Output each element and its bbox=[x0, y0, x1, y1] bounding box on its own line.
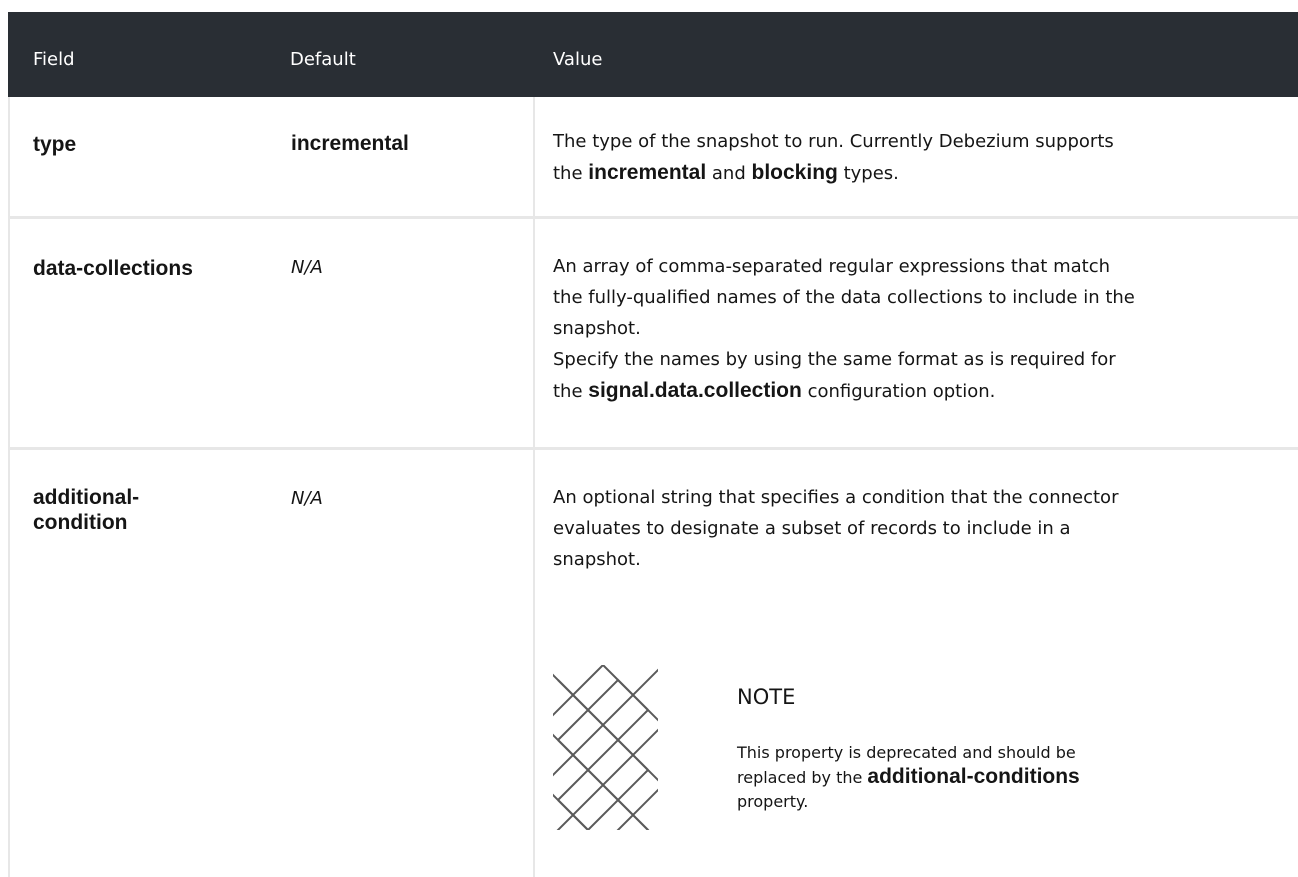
note-admonition: NOTE This property is deprecated and sho… bbox=[553, 665, 1273, 835]
value-line: The type of the snapshot to run. Current… bbox=[553, 131, 1114, 152]
header-value: Value bbox=[553, 49, 603, 70]
value-line: An optional string that specifies a cond… bbox=[553, 487, 1119, 508]
field-name: type bbox=[33, 133, 77, 156]
note-text: This property is deprecated and should b… bbox=[737, 743, 1080, 811]
value-description: An array of comma-separated regular expr… bbox=[553, 251, 1288, 407]
value-line: evaluates to designate a subset of recor… bbox=[553, 518, 1071, 539]
value-line: Specify the names by using the same form… bbox=[553, 349, 1116, 370]
table-header: Field Default Value bbox=[8, 12, 1298, 97]
value-line: the signal.data.collection configuration… bbox=[553, 379, 996, 402]
default-value: N/A bbox=[291, 257, 323, 278]
table-row: type incremental The type of the snapsho… bbox=[8, 97, 1298, 219]
value-description: The type of the snapshot to run. Current… bbox=[553, 126, 1288, 189]
value-line: the incremental and blocking types. bbox=[553, 161, 899, 184]
header-default: Default bbox=[290, 49, 356, 70]
header-field: Field bbox=[33, 49, 75, 70]
field-name: additional- condition bbox=[33, 486, 140, 534]
value-line: An array of comma-separated regular expr… bbox=[553, 256, 1111, 277]
field-name: data-collections bbox=[33, 257, 193, 280]
table-row: data-collections N/A An array of comma-s… bbox=[8, 219, 1298, 450]
note-pattern-icon bbox=[553, 665, 658, 830]
default-value: N/A bbox=[291, 488, 323, 509]
value-description: An optional string that specifies a cond… bbox=[553, 482, 1288, 575]
default-value: incremental bbox=[291, 132, 409, 155]
value-line: snapshot. bbox=[553, 318, 641, 339]
value-line: the fully-qualified names of the data co… bbox=[553, 287, 1135, 308]
value-line: snapshot. bbox=[553, 549, 641, 570]
note-title: NOTE bbox=[737, 685, 796, 709]
config-table: Field Default Value type incremental The… bbox=[8, 12, 1298, 877]
